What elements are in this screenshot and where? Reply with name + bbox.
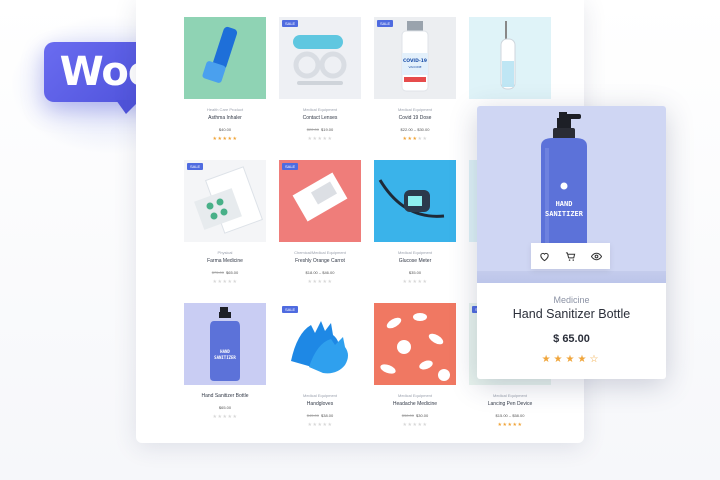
star-icon: ☆ xyxy=(589,354,602,365)
svg-text:VACCINE: VACCINE xyxy=(408,65,421,69)
product-category: Medical Equipment xyxy=(397,393,433,398)
sale-badge: SALE xyxy=(282,20,299,27)
product-image[interactable]: SALE xyxy=(279,17,361,99)
product-name[interactable]: Freshly Orange Carrot xyxy=(279,258,361,264)
quickview-price: $ 65.00 xyxy=(553,333,590,345)
svg-text:COVID-19: COVID-19 xyxy=(403,58,427,64)
star-icon: ★ xyxy=(553,354,566,365)
product-card[interactable]: SALE Physical Farma Medicine $75.00 $65.00 ★★… xyxy=(184,160,266,286)
product-rating: ★★★★★ xyxy=(374,422,456,428)
old-price: $45.00 xyxy=(306,413,319,418)
product-category: Medical Equipment xyxy=(397,250,433,255)
product-name[interactable]: Glucose Meter xyxy=(374,258,456,264)
product-category: Medical Equipment xyxy=(397,107,433,112)
product-rating: ★★★★★ xyxy=(374,279,456,285)
product-image[interactable]: HAND SANITIZER xyxy=(184,303,266,385)
product-image[interactable]: SALE xyxy=(184,160,266,242)
quickview-actions xyxy=(531,243,610,269)
product-name[interactable]: Covid 19 Dose xyxy=(374,115,456,121)
sale-badge: SALE xyxy=(187,163,204,170)
product-card[interactable]: Medical Equipment Headache Medicine $38.00… xyxy=(374,303,456,429)
star-icon: ★ xyxy=(565,354,578,365)
sale-badge: SALE xyxy=(377,20,394,27)
star-icon: ★ xyxy=(422,279,428,285)
product-card[interactable]: HAND SANITIZER Hand Sanitizer Bottle $65.00… xyxy=(184,303,266,429)
product-rating: ★★★★★ xyxy=(279,279,361,285)
product-image[interactable] xyxy=(469,17,551,99)
star-icon: ★ xyxy=(422,136,428,142)
product-card[interactable]: SALE Medical Equipment Handgloves $45.00 $38… xyxy=(279,303,361,429)
product-card[interactable]: Medical Equipment Glucose Meter $35.00 ★★★★… xyxy=(374,160,456,286)
product-name[interactable]: Contact Lenses xyxy=(279,115,361,121)
product-rating: ★★★★★ xyxy=(279,136,361,142)
star-icon: ★ xyxy=(422,422,428,428)
product-image[interactable]: COVID-19 VACCINE SALE xyxy=(374,17,456,99)
product-price: $15.00 – $58.00 xyxy=(495,413,525,418)
product-category: Physical xyxy=(217,250,233,255)
product-rating: ★★★★★ xyxy=(184,279,266,285)
product-price: $38.00 $30.00 xyxy=(401,413,429,418)
star-icon: ★ xyxy=(577,354,590,365)
quickview-rating: ★★★★☆ xyxy=(477,354,666,365)
product-name[interactable]: Handgloves xyxy=(279,401,361,407)
cart-icon[interactable] xyxy=(562,248,578,264)
image-floor xyxy=(477,271,666,283)
quickview-title[interactable]: Hand Sanitizer Bottle xyxy=(477,307,666,321)
product-category: Health Care Product xyxy=(206,107,244,112)
product-category: Medical Equipment xyxy=(302,393,338,398)
quickview-category: Medicine xyxy=(553,295,590,305)
old-price: $38.00 xyxy=(401,413,414,418)
sale-badge: SALE xyxy=(282,163,299,170)
product-price: $45.00 $38.00 xyxy=(306,413,334,418)
product-image[interactable] xyxy=(374,303,456,385)
star-icon: ★ xyxy=(517,422,523,428)
quickview-popup: HAND SANITIZER Medicine Hand Sanitizer B… xyxy=(477,106,666,379)
svg-text:SANITIZER: SANITIZER xyxy=(214,355,236,360)
old-price: $22.00 xyxy=(306,127,319,132)
product-price: $18.00 – $46.00 xyxy=(305,270,335,275)
product-rating: ★★★★★ xyxy=(469,422,551,428)
product-name[interactable]: Hand Sanitizer Bottle xyxy=(184,393,266,399)
product-image[interactable]: SALE xyxy=(279,303,361,385)
product-image[interactable] xyxy=(184,17,266,99)
product-rating: ★★★★★ xyxy=(184,414,266,420)
product-name[interactable]: Asthma Inhaler xyxy=(184,115,266,121)
old-price: $75.00 xyxy=(211,270,224,275)
product-image[interactable] xyxy=(374,160,456,242)
bottle-label-line2: SANITIZER xyxy=(545,210,584,218)
quickview-image: HAND SANITIZER xyxy=(477,106,666,283)
heart-icon[interactable] xyxy=(536,248,552,264)
star-icon: ★ xyxy=(327,136,333,142)
product-price: $65.00 xyxy=(218,405,232,410)
product-category: Medical Equipment xyxy=(492,393,528,398)
svg-text:HAND: HAND xyxy=(220,349,230,354)
product-rating: ★★★★★ xyxy=(374,136,456,142)
star-icon: ★ xyxy=(541,354,554,365)
product-name[interactable]: Lancing Pen Device xyxy=(469,401,551,407)
star-icon: ★ xyxy=(232,136,238,142)
product-price: $22.00 $19.00 xyxy=(306,127,334,132)
product-category: Medical Equipment xyxy=(302,107,338,112)
star-icon: ★ xyxy=(232,414,238,420)
product-name[interactable]: Headache Medicine xyxy=(374,401,456,407)
star-icon: ★ xyxy=(327,279,333,285)
eye-icon[interactable] xyxy=(589,248,605,264)
product-card[interactable]: SALE Medical Equipment Contact Lenses $22.0… xyxy=(279,17,361,143)
sale-badge: SALE xyxy=(282,306,299,313)
product-price: $75.00 $65.00 xyxy=(211,270,239,275)
product-card[interactable]: Health Care Product Asthma Inhaler $40.00 ★… xyxy=(184,17,266,143)
product-price: $40.00 xyxy=(218,127,232,132)
product-card[interactable]: COVID-19 VACCINE SALE Medical Equipment Covi… xyxy=(374,17,456,143)
product-category: Chemical/Medical Equipment xyxy=(294,250,346,255)
product-price: $22.00 – $30.00 xyxy=(400,127,430,132)
bottle-label-line1: HAND xyxy=(556,200,573,208)
product-card[interactable]: SALE Chemical/Medical Equipment Freshly Or… xyxy=(279,160,361,286)
product-rating: ★★★★★ xyxy=(184,136,266,142)
product-price: $35.00 xyxy=(408,270,422,275)
product-rating: ★★★★★ xyxy=(279,422,361,428)
product-name[interactable]: Farma Medicine xyxy=(184,258,266,264)
star-icon: ★ xyxy=(327,422,333,428)
star-icon: ★ xyxy=(232,279,238,285)
product-image[interactable]: SALE xyxy=(279,160,361,242)
